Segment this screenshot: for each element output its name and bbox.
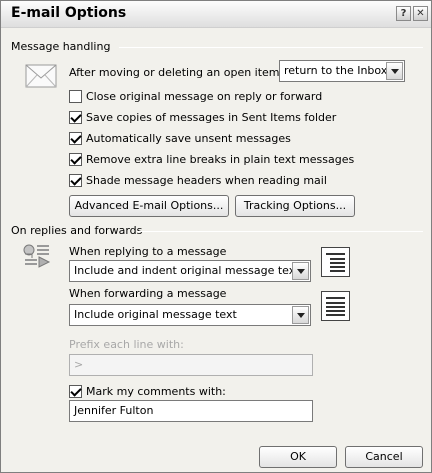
forward-preview-icon: [321, 291, 350, 321]
autosave-label: Automatically save unsent messages: [86, 131, 291, 145]
remove-line-breaks-checkbox[interactable]: [69, 152, 82, 166]
reply-value: Include and indent original message text: [74, 264, 300, 277]
mark-comments-checkbox[interactable]: [69, 384, 82, 398]
forward-select[interactable]: Include original message text: [69, 304, 311, 326]
group-divider: [137, 231, 423, 232]
cancel-button[interactable]: Cancel: [345, 446, 423, 468]
after-move-select[interactable]: return to the Inbox: [279, 60, 405, 82]
advanced-email-options-button[interactable]: Advanced E-mail Options...: [69, 195, 229, 217]
autosave-option[interactable]: Automatically save unsent messages: [69, 130, 291, 146]
close-button[interactable]: ✕: [413, 6, 428, 21]
group-divider: [119, 47, 423, 48]
replies-heading: On replies and forwards: [11, 224, 143, 237]
forward-label: When forwarding a message: [69, 287, 227, 300]
chevron-down-icon[interactable]: [292, 262, 309, 280]
prefix-input[interactable]: >: [69, 354, 313, 376]
mark-comments-label: Mark my comments with:: [86, 384, 226, 398]
remove-line-breaks-label: Remove extra line breaks in plain text m…: [86, 152, 355, 166]
reply-preview-icon: [321, 247, 350, 277]
help-button[interactable]: ?: [396, 6, 411, 21]
ok-button[interactable]: OK: [259, 446, 337, 468]
forward-value: Include original message text: [74, 308, 237, 321]
close-original-option[interactable]: Close original message on reply or forwa…: [69, 88, 322, 104]
reply-label: When replying to a message: [69, 245, 227, 258]
message-handling-heading: Message handling: [11, 40, 111, 53]
chevron-down-icon[interactable]: [292, 306, 309, 324]
close-original-checkbox[interactable]: [69, 89, 82, 103]
chevron-down-icon[interactable]: [386, 62, 403, 80]
reply-select[interactable]: Include and indent original message text: [69, 260, 311, 282]
save-copies-checkbox[interactable]: [69, 110, 82, 124]
title-bar: E-mail Options ? ✕: [1, 1, 431, 28]
autosave-checkbox[interactable]: [69, 131, 82, 145]
save-copies-option[interactable]: Save copies of messages in Sent Items fo…: [69, 109, 336, 125]
email-options-dialog: E-mail Options ? ✕ Message handling Afte…: [0, 0, 432, 473]
shade-headers-option[interactable]: Shade message headers when reading mail: [69, 172, 327, 188]
save-copies-label: Save copies of messages in Sent Items fo…: [86, 110, 337, 124]
tracking-options-button[interactable]: Tracking Options...: [235, 195, 355, 217]
mark-comments-option[interactable]: Mark my comments with:: [69, 383, 226, 399]
close-original-label: Close original message on reply or forwa…: [86, 89, 323, 103]
prefix-label: Prefix each line with:: [69, 338, 184, 351]
envelope-icon: [25, 64, 57, 88]
remove-line-breaks-option[interactable]: Remove extra line breaks in plain text m…: [69, 151, 354, 167]
dialog-title: E-mail Options: [11, 5, 127, 21]
mark-comments-input[interactable]: Jennifer Fulton: [69, 400, 313, 422]
shade-headers-checkbox[interactable]: [69, 173, 82, 187]
reply-forward-icon: [23, 244, 51, 268]
after-move-value: return to the Inbox: [284, 64, 388, 77]
after-move-label: After moving or deleting an open item:: [69, 66, 284, 79]
shade-headers-label: Shade message headers when reading mail: [86, 173, 327, 187]
